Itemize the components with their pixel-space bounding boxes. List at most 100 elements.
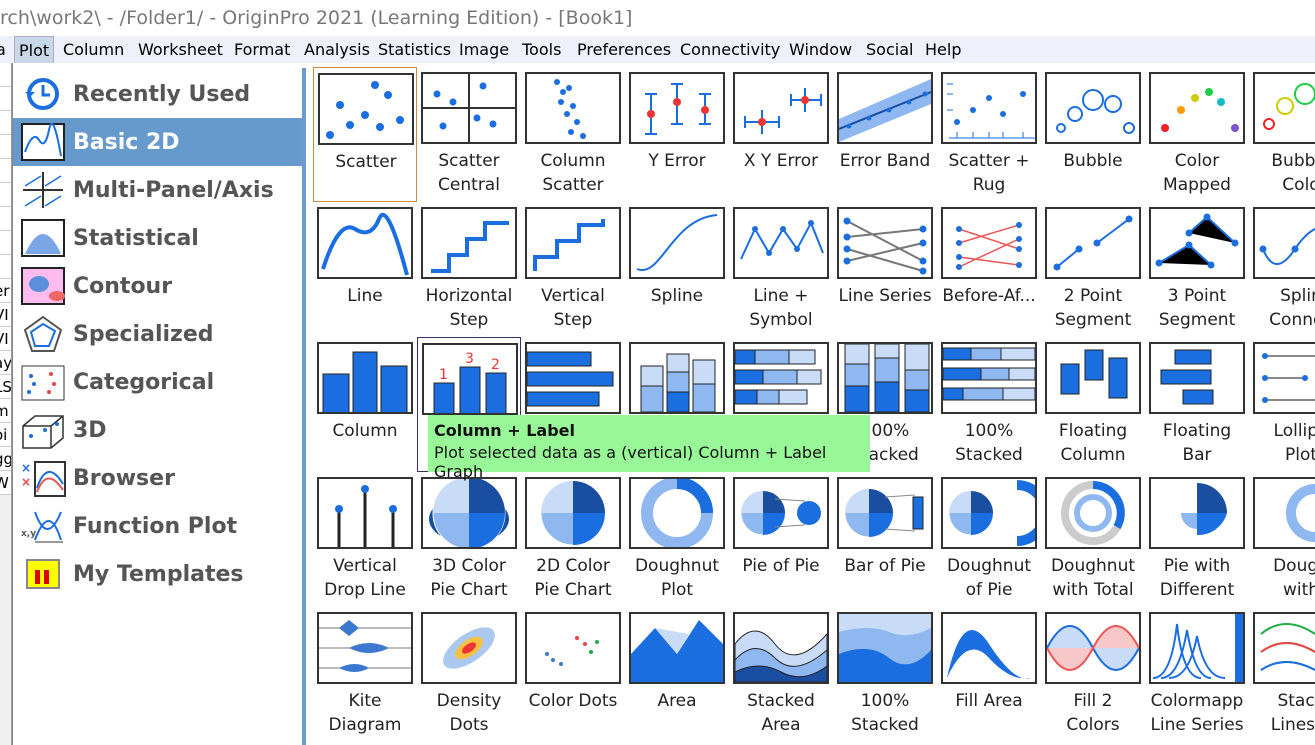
clock-icon — [25, 78, 59, 110]
category-3d[interactable]: 3D — [13, 406, 305, 454]
stack100col-plot-icon — [837, 342, 933, 414]
plot-type-lollipop[interactable]: Lollipo Plot — [1249, 337, 1315, 472]
menu-help[interactable]: Help — [921, 36, 965, 63]
plot-type-yerr[interactable]: Y Error — [625, 67, 729, 202]
hstep-plot-icon — [421, 207, 517, 279]
plot-type-linesym[interactable]: Line + Symbol — [729, 202, 833, 337]
plot-type-column[interactable]: Column — [313, 337, 417, 472]
categorical-icon — [21, 365, 65, 401]
menu-column[interactable]: Column — [59, 36, 128, 63]
plot-type-colscatter[interactable]: Column Scatter — [521, 67, 625, 202]
plot-type-cmline[interactable]: Colormapp Line Series — [1145, 607, 1249, 742]
menu-social[interactable]: Social — [862, 36, 917, 63]
plot-type-band[interactable]: Error Band — [833, 67, 937, 202]
menu-image[interactable]: Image — [455, 36, 513, 63]
menu-format[interactable]: Format — [230, 36, 294, 63]
category-recently-used[interactable]: Recently Used — [13, 70, 305, 118]
menu-tools[interactable]: Tools — [518, 36, 565, 63]
label-line: Bar — [1182, 445, 1212, 465]
menu-plot[interactable]: Plot — [14, 36, 55, 65]
plot-type-stackarea[interactable]: Stacked Area — [729, 607, 833, 742]
plot-type-stacklines[interactable]: Stack Lines b — [1249, 607, 1315, 742]
category-categorical[interactable]: Categorical — [13, 358, 305, 406]
plot-type-colormap[interactable]: Color Mapped — [1145, 67, 1249, 202]
plot-type-label: Vertical Drop Line — [313, 554, 417, 602]
dropline-plot-icon — [317, 477, 413, 549]
menu-a[interactable]: a — [0, 36, 10, 63]
menu-worksheet[interactable]: Worksheet — [134, 36, 227, 63]
panel-divider[interactable] — [302, 68, 306, 745]
plot-type-bubble[interactable]: Bubble — [1041, 67, 1145, 202]
plot-type-line[interactable]: Line — [313, 202, 417, 337]
label-line: Doughnut — [1050, 556, 1136, 576]
plot-type-floatbar[interactable]: Floating Bar — [1145, 337, 1249, 472]
label-line: Scatter — [438, 151, 500, 171]
worksheet-cell: ay — [0, 351, 11, 375]
menu-statistics[interactable]: Statistics — [374, 36, 455, 63]
plot-type-colordots[interactable]: Color Dots — [521, 607, 625, 742]
plot-type-area[interactable]: Area — [625, 607, 729, 742]
doughofpie-plot-icon — [941, 477, 1037, 549]
category-statistical[interactable]: Statistical — [13, 214, 305, 262]
rug-plot-icon — [941, 72, 1037, 144]
plot-type-area100[interactable]: 100% Stacked — [833, 607, 937, 742]
menu-window[interactable]: Window — [785, 36, 856, 63]
label-line: 3 Point — [1167, 286, 1227, 306]
worksheet-cell: W — [0, 471, 11, 495]
plot-type-spline[interactable]: Spline — [625, 202, 729, 337]
plot-type-doughnut[interactable]: Doughnut Plot — [625, 472, 729, 607]
linesym-plot-icon — [733, 207, 829, 279]
barofpie-plot-icon — [837, 477, 933, 549]
plot-type-beforeafter[interactable]: Before-Af... — [937, 202, 1041, 337]
plot-type-vstep[interactable]: Vertical Step — [521, 202, 625, 337]
menu-preferences[interactable]: Preferences — [573, 36, 675, 63]
plot-type-splineconn[interactable]: Splin Connec — [1249, 202, 1315, 337]
radar-icon — [23, 315, 63, 352]
category-browser[interactable]: × × Browser — [13, 454, 305, 502]
label-line: 100% — [964, 421, 1014, 441]
plot-type-seg2[interactable]: 2 Point Segment — [1041, 202, 1145, 337]
plot-type-seg3[interactable]: 3 Point Segment — [1145, 202, 1249, 337]
category-my-templates[interactable]: My Templates — [13, 550, 305, 598]
plot-type-kite[interactable]: Kite Diagram — [313, 607, 417, 742]
plot-type-fillarea[interactable]: Fill Area — [937, 607, 1041, 742]
plot-type-barofpie[interactable]: Bar of Pie — [833, 472, 937, 607]
plot-type-label: Column — [313, 419, 417, 443]
plot-type-bubblecolor[interactable]: Bubble Colo — [1249, 67, 1315, 202]
plot-type-doughtotal[interactable]: Doughnut with Total — [1041, 472, 1145, 607]
plot-type-xyerr[interactable]: X Y Error — [729, 67, 833, 202]
plot-type-central[interactable]: Scatter Central — [417, 67, 521, 202]
label-line: Connec — [1269, 310, 1315, 330]
plot-type-lineseries[interactable]: Line Series — [833, 202, 937, 337]
plot-type-rug[interactable]: Scatter + Rug — [937, 67, 1041, 202]
category-basic-2d[interactable]: Basic 2D — [13, 118, 305, 166]
plot-type-dropline[interactable]: Vertical Drop Line — [313, 472, 417, 607]
category-function-plot[interactable]: x,y Function Plot — [13, 502, 305, 550]
plot-type-floatcol[interactable]: Floating Column — [1041, 337, 1145, 472]
plot-type-label: Pie of Pie — [729, 554, 833, 578]
plot-type-fill2[interactable]: Fill 2 Colors — [1041, 607, 1145, 742]
plot-type-doughwith[interactable]: Dough with — [1249, 472, 1315, 607]
plot-type-label: Before-Af... — [937, 284, 1041, 308]
plot-type-pie3d[interactable]: 3D Color Pie Chart — [417, 472, 521, 607]
category-label: Browser — [73, 465, 175, 491]
plot-type-doughofpie[interactable]: Doughnut of Pie — [937, 472, 1041, 607]
plot-type-label: 2D Color Pie Chart — [521, 554, 625, 602]
template-icon — [26, 559, 60, 589]
category-multi-panel-axis[interactable]: Multi-Panel/Axis — [13, 166, 305, 214]
floatcol-plot-icon — [1045, 342, 1141, 414]
plot-type-stack100bar[interactable]: 100% Stacked — [937, 337, 1041, 472]
plot-type-hstep[interactable]: Horizontal Step — [417, 202, 521, 337]
label-line: Doughnut — [946, 556, 1032, 576]
plot-type-scatter[interactable]: Scatter — [313, 67, 417, 202]
plot-type-piediff[interactable]: Pie with Different — [1145, 472, 1249, 607]
label-line: Column — [1060, 445, 1126, 465]
plot-type-pie2d[interactable]: 2D Color Pie Chart — [521, 472, 625, 607]
category-contour[interactable]: Contour — [13, 262, 305, 310]
menu-analysis[interactable]: Analysis — [300, 36, 374, 63]
plot-type-density[interactable]: Density Dots — [417, 607, 521, 742]
menu-connectivity[interactable]: Connectivity — [676, 36, 784, 63]
category-specialized[interactable]: Specialized — [13, 310, 305, 358]
label-line: of Pie — [965, 580, 1013, 600]
plot-type-pieofpie[interactable]: Pie of Pie — [729, 472, 833, 607]
